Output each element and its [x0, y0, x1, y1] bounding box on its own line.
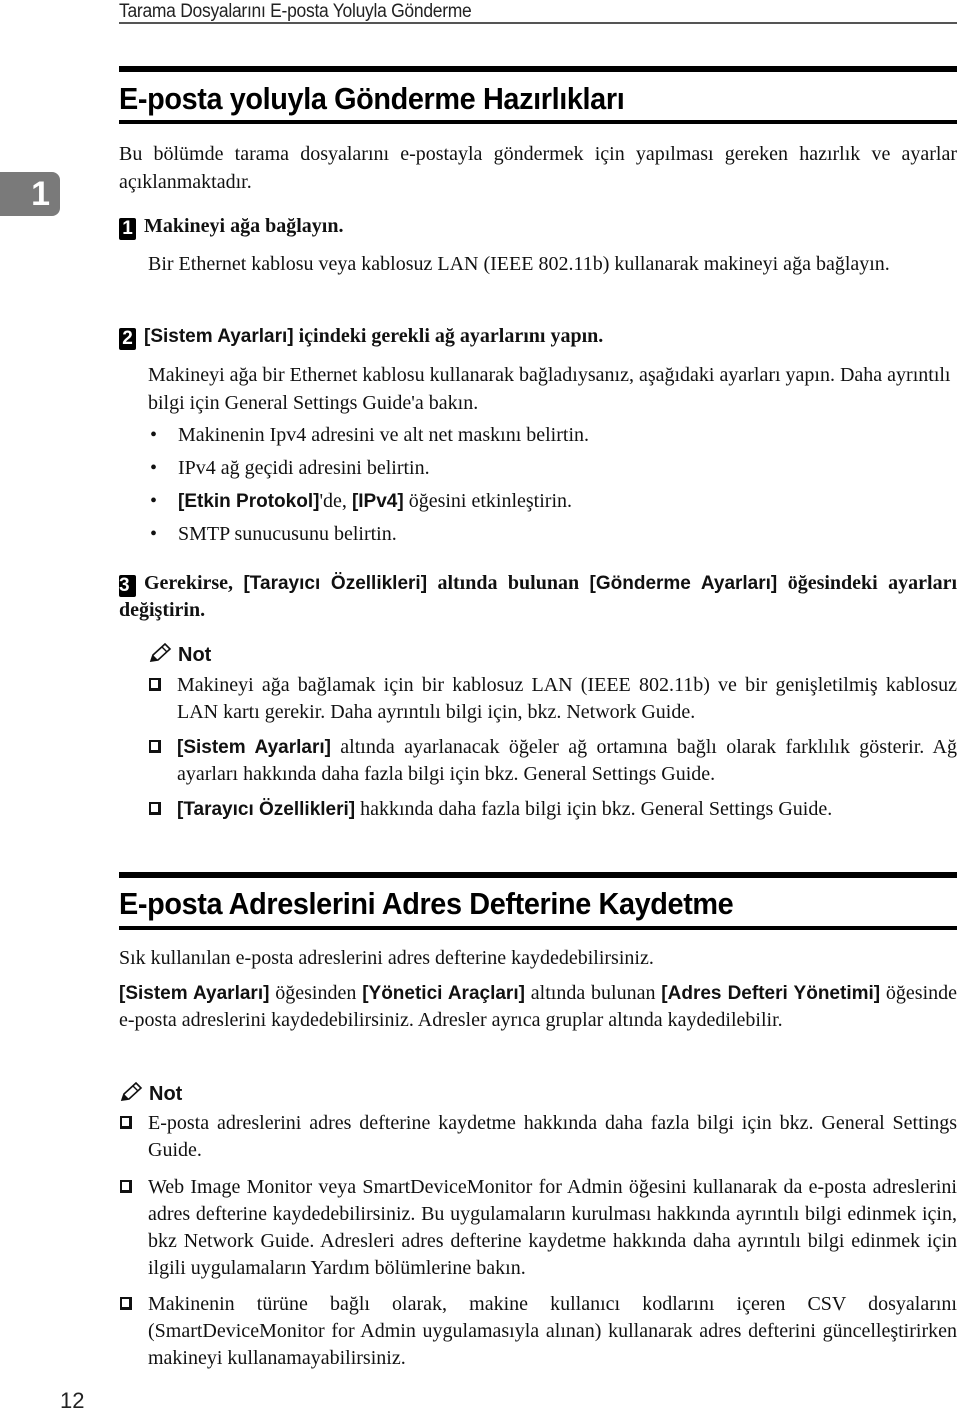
- note-title: Not: [148, 642, 211, 670]
- paragraph-text: altında bulunan: [524, 982, 662, 1004]
- note-item: Makinenin türüne bağlı olarak, makine ku…: [120, 1291, 957, 1372]
- bullet-text: SMTP sunucusunu belirtin.: [178, 523, 397, 545]
- section2-paragraph: [Sistem Ayarları] öğesinden [Yönetici Ar…: [119, 980, 957, 1034]
- note-item: [Tarayıcı Özellikleri] hakkında daha faz…: [149, 796, 957, 823]
- step-2-bullet-list: • Makinenin Ipv4 adresini ve alt net mask…: [148, 419, 589, 551]
- checkbox-bullet-icon: [120, 1180, 132, 1193]
- bullet-item: • SMTP sunucusunu belirtin.: [148, 518, 589, 551]
- bullet-icon: •: [150, 424, 158, 446]
- note-item: E-posta adreslerini adres defterine kayd…: [120, 1110, 957, 1164]
- step-3-heading: 3 Gerekirse, [Tarayıcı Özellikleri] altın…: [119, 570, 957, 624]
- note-item: Makineyi ağa bağlamak için bir kablosuz …: [149, 672, 957, 726]
- key-gonderme-ayarlari: [Gönderme Ayarları]: [589, 573, 778, 594]
- bullet-item: • IPv4 ağ geçidi adresini belirtin.: [148, 452, 589, 485]
- key-ipv4: [IPv4]: [351, 491, 404, 512]
- step-2-heading-text: içindeki gerekli ağ ayarlarını yapın.: [293, 325, 604, 347]
- key-tarayici-ozellikleri: [Tarayıcı Özellikleri]: [243, 573, 428, 594]
- step-1-heading-text: Makineyi ağa bağlayın.: [144, 215, 344, 237]
- step-number-badge: 3: [119, 575, 136, 597]
- note-item-text: Makineyi ağa bağlamak için bir kablosuz …: [177, 674, 957, 723]
- bullet-icon: •: [150, 457, 158, 479]
- bullet-icon: •: [150, 490, 158, 512]
- step-number-badge: 1: [119, 218, 136, 240]
- section1-intro: Bu bölümde tarama dosyalarını e-postayla…: [119, 143, 957, 193]
- step-2-body: Makineyi ağa bir Ethernet kablosu kullan…: [148, 364, 951, 414]
- note-item-text: E-posta adreslerini adres defterine kayd…: [148, 1112, 957, 1161]
- key-etkin-protokol: [Etkin Protokol]: [178, 491, 320, 512]
- key-sistem-ayarlari: [Sistem Ayarları]: [119, 983, 270, 1004]
- paragraph-text: öğesinden: [269, 982, 363, 1004]
- key-tarayici-ozellikleri: [Tarayıcı Özellikleri]: [177, 799, 356, 820]
- note-item-text: Makinenin türüne bağlı olarak, makine ku…: [148, 1293, 957, 1369]
- pencil-icon: [119, 1081, 143, 1109]
- checkbox-bullet-icon: [149, 678, 161, 691]
- checkbox-bullet-icon: [149, 740, 161, 753]
- note-title-text: Not: [178, 644, 212, 666]
- bullet-item: • Makinenin Ipv4 adresini ve alt net mask…: [148, 419, 589, 452]
- bullet-item: • [Etkin Protokol]'de, [IPv4] öğesini etk…: [148, 485, 589, 518]
- note-title: Not: [119, 1081, 182, 1109]
- heading-rule-bottom: [119, 120, 957, 124]
- running-header-title: Tarama Dosyalarını E-posta Yoluyla Gönde…: [119, 1, 472, 22]
- heading-rule-top: [119, 872, 957, 878]
- step-3-heading-text: Gerekirse,: [144, 572, 244, 594]
- section2-intro: Sık kullanılan e-posta adreslerini adres…: [119, 947, 654, 969]
- pencil-icon: [148, 642, 172, 670]
- section2-heading-block: E-posta Adreslerini Adres Defterine Kayd…: [119, 872, 957, 930]
- bullet-text: IPv4 ağ geçidi adresini belirtin.: [178, 457, 430, 479]
- heading-rule-bottom: [119, 926, 957, 930]
- note-item-text: Web Image Monitor veya SmartDeviceMonito…: [148, 1176, 957, 1279]
- note-item: Web Image Monitor veya SmartDeviceMonito…: [120, 1174, 957, 1282]
- bullet-text: 'de,: [319, 490, 352, 512]
- key-yonetici-araclari: [Yönetici Araçları]: [362, 983, 525, 1004]
- key-adres-defteri-yonetimi: [Adres Defteri Yönetimi]: [661, 983, 881, 1004]
- step-number-badge: 2: [119, 328, 136, 350]
- key-sistem-ayarlari: [Sistem Ayarları]: [144, 326, 294, 347]
- note-title-text: Not: [149, 1083, 183, 1105]
- section1-heading-block: E-posta yoluyla Gönderme Hazırlıkları: [119, 66, 957, 124]
- heading-rule-top: [119, 66, 957, 72]
- bullet-text: Makinenin Ipv4 adresini ve alt net maskı…: [178, 424, 590, 446]
- note-item: [Sistem Ayarları] altında ayarlanacak öğ…: [149, 734, 957, 788]
- bullet-text: öğesini etkinleştirin.: [403, 490, 572, 512]
- checkbox-bullet-icon: [149, 802, 161, 815]
- step-3-heading-text: altında bulunan: [427, 572, 590, 594]
- chapter-tab: 1: [0, 172, 60, 216]
- page-number: 12: [60, 1388, 85, 1413]
- checkbox-bullet-icon: [120, 1297, 132, 1310]
- bullet-icon: •: [150, 523, 158, 545]
- section1-title: E-posta yoluyla Gönderme Hazırlıkları: [119, 81, 625, 116]
- note-item-text: hakkında daha fazla bilgi için bkz. Gene…: [355, 798, 833, 820]
- step-2-heading: 2 [Sistem Ayarları] içindeki gerekli ağ a…: [119, 323, 957, 350]
- section2-title: E-posta Adreslerini Adres Defterine Kayd…: [119, 886, 734, 921]
- header-rule: [119, 22, 957, 24]
- step-1-body: Bir Ethernet kablosu veya kablosuz LAN (…: [148, 253, 890, 275]
- key-sistem-ayarlari: [Sistem Ayarları]: [177, 737, 331, 758]
- checkbox-bullet-icon: [120, 1116, 132, 1129]
- step-1-heading: 1 Makineyi ağa bağlayın.: [119, 213, 957, 240]
